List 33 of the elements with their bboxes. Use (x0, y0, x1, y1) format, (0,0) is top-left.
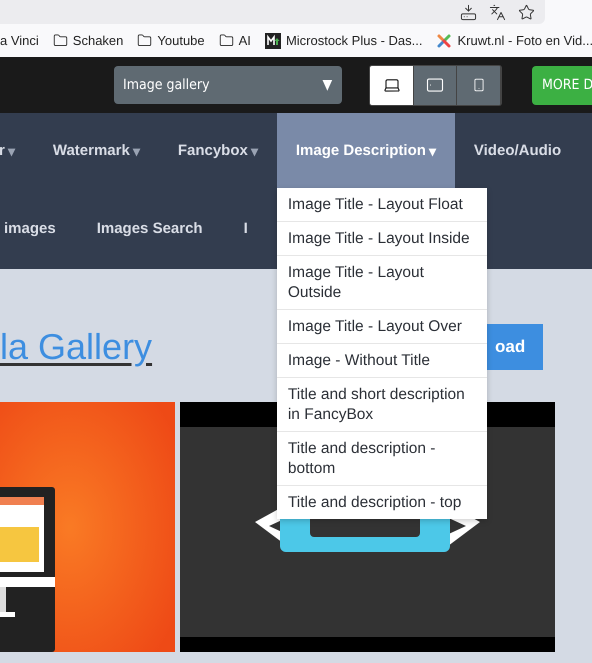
nav-item[interactable]: Watermark ▾ (34, 113, 159, 188)
download-icon[interactable] (460, 4, 477, 20)
tablet-icon (426, 76, 444, 94)
favicon-icon (436, 32, 452, 48)
bookmark[interactable]: AI (238, 33, 251, 48)
nav-item[interactable]: Video/Audio (454, 113, 580, 188)
nav-item[interactable]: I (244, 220, 248, 237)
bookmark[interactable]: Schaken (72, 33, 124, 48)
menu-item[interactable]: Image Title - Layout Float (276, 188, 487, 221)
nav-item[interactable]: Fancybox ▾ (158, 113, 277, 188)
nav-item[interactable]: Images Search (96, 220, 203, 237)
folder-icon (218, 33, 234, 48)
bookmark[interactable]: Microstock Plus - Das... (286, 33, 422, 48)
bookmark[interactable]: a Vinci (0, 33, 39, 48)
translate-icon[interactable] (489, 4, 506, 20)
device-toggle[interactable] (414, 66, 458, 104)
phone-icon (472, 78, 486, 92)
nav-item[interactable]: r ▾ (0, 113, 34, 188)
menu-item[interactable]: Image - Without Title (276, 343, 487, 377)
bookmark[interactable]: Kruwt.nl - Foto en Vid... (457, 33, 592, 48)
folder-icon (137, 33, 152, 48)
menu-item[interactable]: Image Title - Layout Inside (276, 221, 487, 255)
favicon-icon (264, 32, 281, 48)
menu-item[interactable]: Image Title - Layout Outside (276, 255, 487, 309)
star-icon[interactable] (518, 4, 535, 20)
menu-item[interactable]: Image Title - Layout Over (276, 309, 487, 343)
folder-icon (52, 33, 68, 48)
laptop-icon (382, 76, 401, 94)
device-toggle[interactable] (370, 66, 414, 104)
nav-item[interactable]: images (4, 220, 56, 237)
device-toggle[interactable] (457, 66, 501, 104)
gallery-select[interactable]: Image gallery ▼ (114, 66, 342, 104)
bookmark[interactable]: Youtube (157, 33, 205, 48)
